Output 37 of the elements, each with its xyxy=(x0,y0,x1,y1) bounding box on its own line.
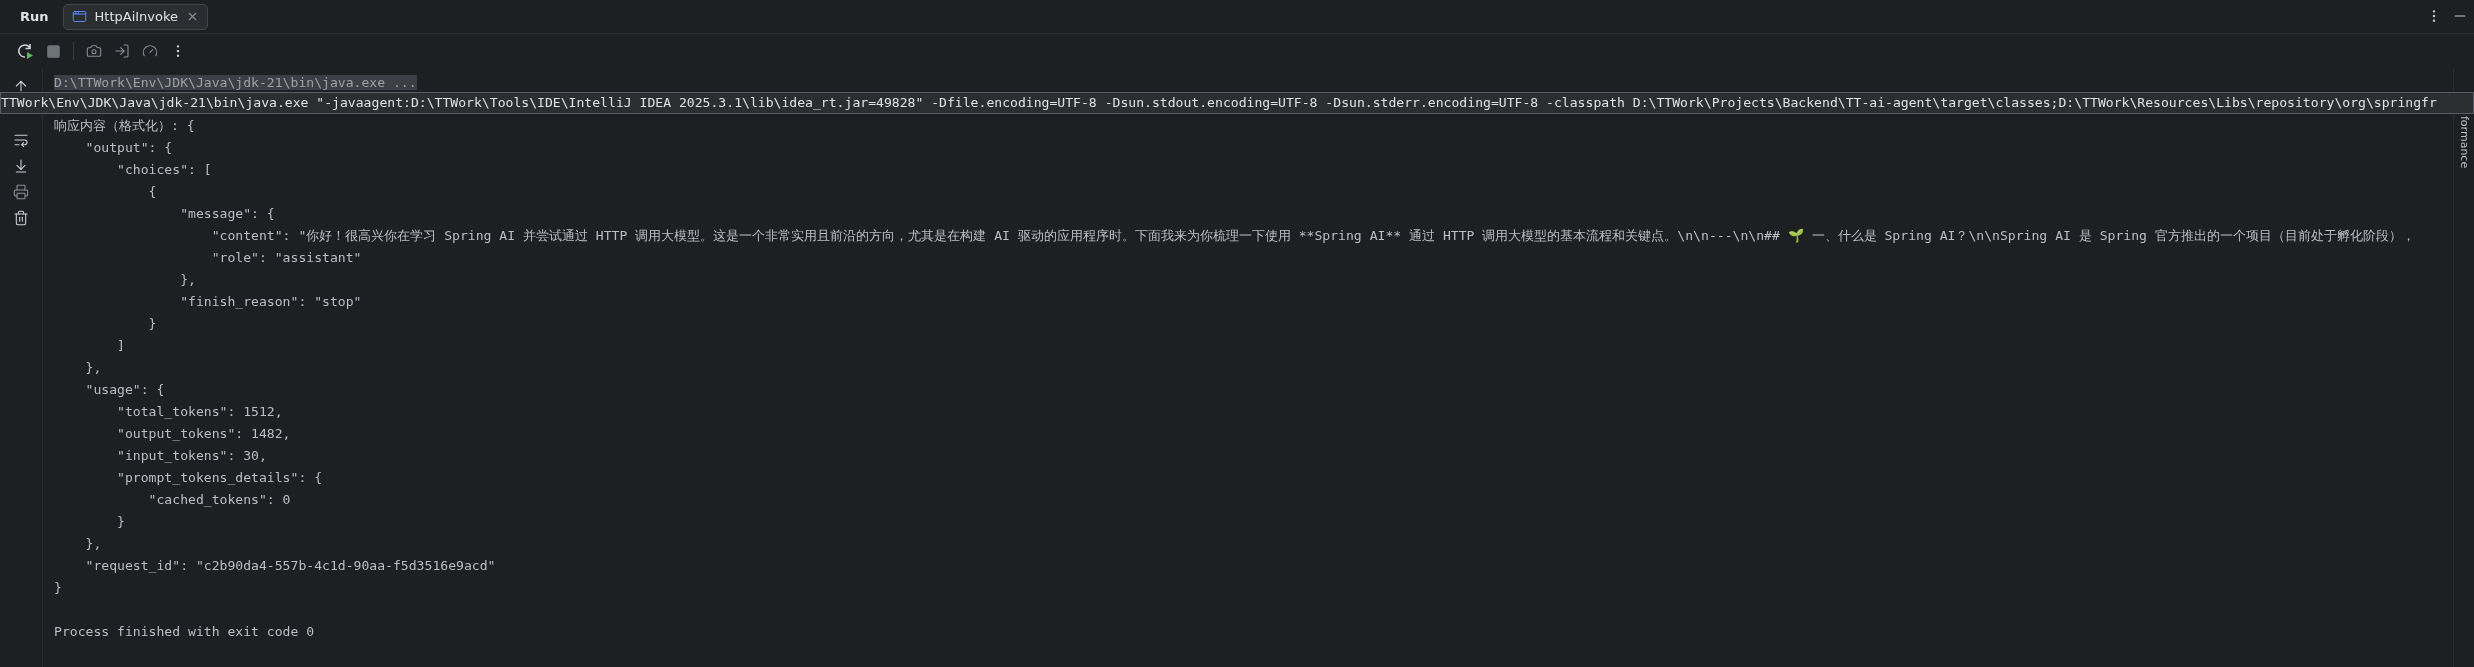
console-line: "input_tokens": 30, xyxy=(116,447,268,465)
gauge-icon[interactable] xyxy=(142,43,158,59)
stop-icon[interactable] xyxy=(46,43,61,59)
console-line: }, xyxy=(84,535,103,553)
rerun-icon[interactable] xyxy=(16,42,34,60)
scroll-to-end-icon[interactable] xyxy=(13,158,29,174)
run-tab[interactable]: HttpAiInvoke xyxy=(62,3,209,30)
console-line: } xyxy=(147,315,158,333)
console-line: }, xyxy=(179,271,197,289)
console-icon xyxy=(71,9,87,24)
console-line: "role": "assistant" xyxy=(210,249,363,267)
print-icon[interactable] xyxy=(13,184,29,200)
console-line: ] xyxy=(116,337,126,355)
tool-window-title: Run xyxy=(20,9,49,24)
camera-icon[interactable] xyxy=(86,43,102,59)
console-line: "usage": { xyxy=(84,381,166,399)
console-line: } xyxy=(54,579,63,597)
console-line: "cached_tokens": 0 xyxy=(147,491,292,509)
console-line: "prompt_tokens_details": { xyxy=(116,469,324,487)
command-tooltip: TTWork\Env\JDK\Java\jdk-21\bin\java.exe "-javaagent:D:\TTWork\Tools\IDE\IntelliJ IDEA 2025.3.1\lib\idea_rt.jar=49828" -Dfile.encoding=UTF-8 -Dsun.stdout.encoding=UTF-8 -Dsun.stderr.encoding=UTF-8 -classpath D:\TTWork\Projects\Backend\TT-ai-agent\target\classes;D:\TTWork\Resources\Libs\repository\org\springfr xyxy=(0,92,2474,114)
console-line: { xyxy=(147,183,158,201)
console-line: } xyxy=(116,513,126,531)
enter-icon[interactable] xyxy=(114,43,130,59)
console-line: "total_tokens": 1512, xyxy=(116,403,284,421)
console-line: "content": "你好！很高兴你在学习 Spring AI 并尝试通过 HTTP 调用大模型。这是一个非常实用且前沿的方向，尤其是在构建 AI 驱动的应用程序时。下面我来为你梳理一下使用 **Spring AI** 通过 HTTP 调用大模型的基本流程和关键点。\n\n---\n\n## 🌱 一、什么是 Spring AI？\n\nSpring AI 是 Spring 官方推出的一个项目（目前处于孵化阶段）， xyxy=(210,227,2416,245)
side-stripe-label[interactable]: formance xyxy=(2457,116,2471,169)
console-line: "message": { xyxy=(179,205,276,223)
console-line: "output": { xyxy=(84,139,174,157)
console-line: }, xyxy=(84,359,103,377)
exit-message: Process finished with exit code 0 xyxy=(54,623,316,641)
trash-icon[interactable] xyxy=(13,210,29,226)
console-line: "request_id": "c2b90da4-557b-4c1d-90aa-f5d3516e9acd" xyxy=(84,557,497,575)
soft-wrap-icon[interactable] xyxy=(13,132,29,148)
console-line: 响应内容（格式化）: { xyxy=(54,117,196,135)
console-line: "finish_reason": "stop" xyxy=(179,293,363,311)
console-line: "choices": [ xyxy=(116,161,213,179)
console-line: "output_tokens": 1482, xyxy=(116,425,292,443)
